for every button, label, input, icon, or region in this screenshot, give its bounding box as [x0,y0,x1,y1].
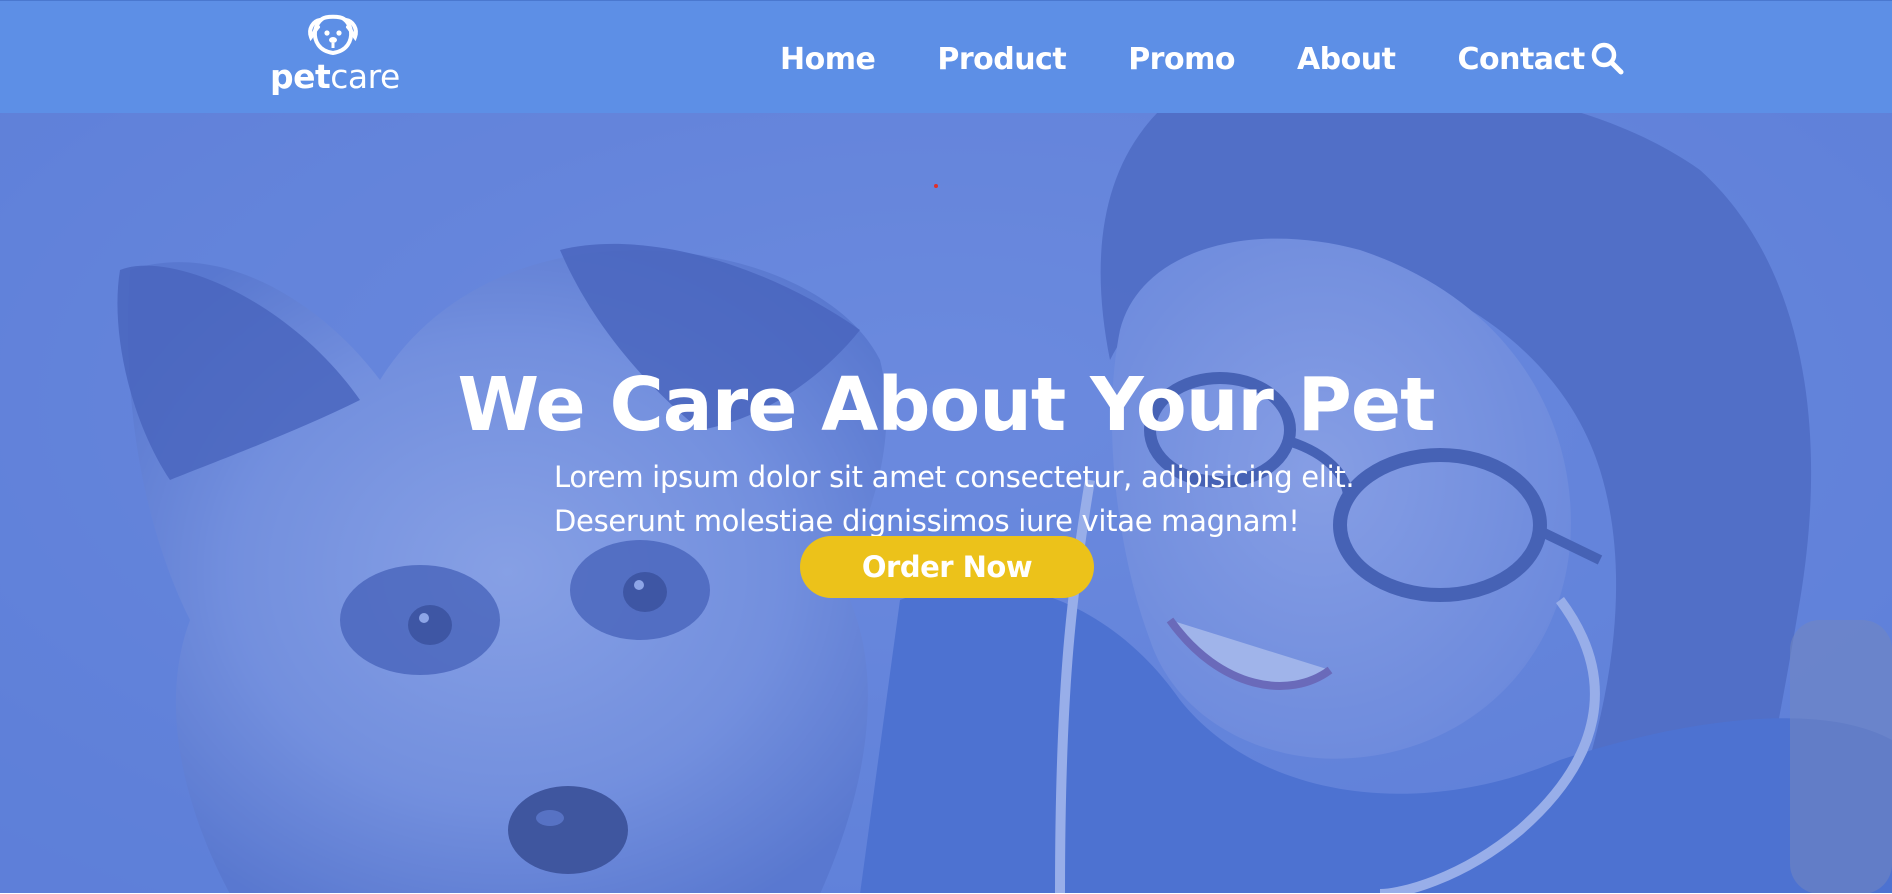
main-nav: Home Product Promo About Contact [780,37,1647,81]
brand-wordmark-light: care [330,57,400,96]
landing-page: petcare Home Product Promo About Contact… [0,0,1892,894]
nav-item-product[interactable]: Product [937,42,1066,77]
hero-title: We Care About Your Pet [457,361,1436,448]
brand-wordmark-bold: pet [270,57,331,96]
dog-head-icon [308,14,358,56]
hero-subtitle: Lorem ipsum dolor sit amet consectetur, … [554,455,1374,543]
brand-logo[interactable]: petcare [270,13,400,97]
nav-item-contact[interactable]: Contact [1457,42,1585,77]
search-button[interactable] [1590,41,1624,75]
nav-item-promo[interactable]: Promo [1128,42,1235,77]
top-navbar: petcare Home Product Promo About Contact [0,0,1892,113]
nav-item-home[interactable]: Home [780,42,876,77]
cursor-dot [934,184,938,188]
hero-subtitle-line-1: Lorem ipsum dolor sit amet consectetur, … [554,460,1355,494]
order-now-button[interactable]: Order Now [800,536,1094,598]
search-icon [1591,42,1624,75]
nav-item-about[interactable]: About [1297,42,1396,77]
brand-wordmark: petcare [270,57,400,96]
